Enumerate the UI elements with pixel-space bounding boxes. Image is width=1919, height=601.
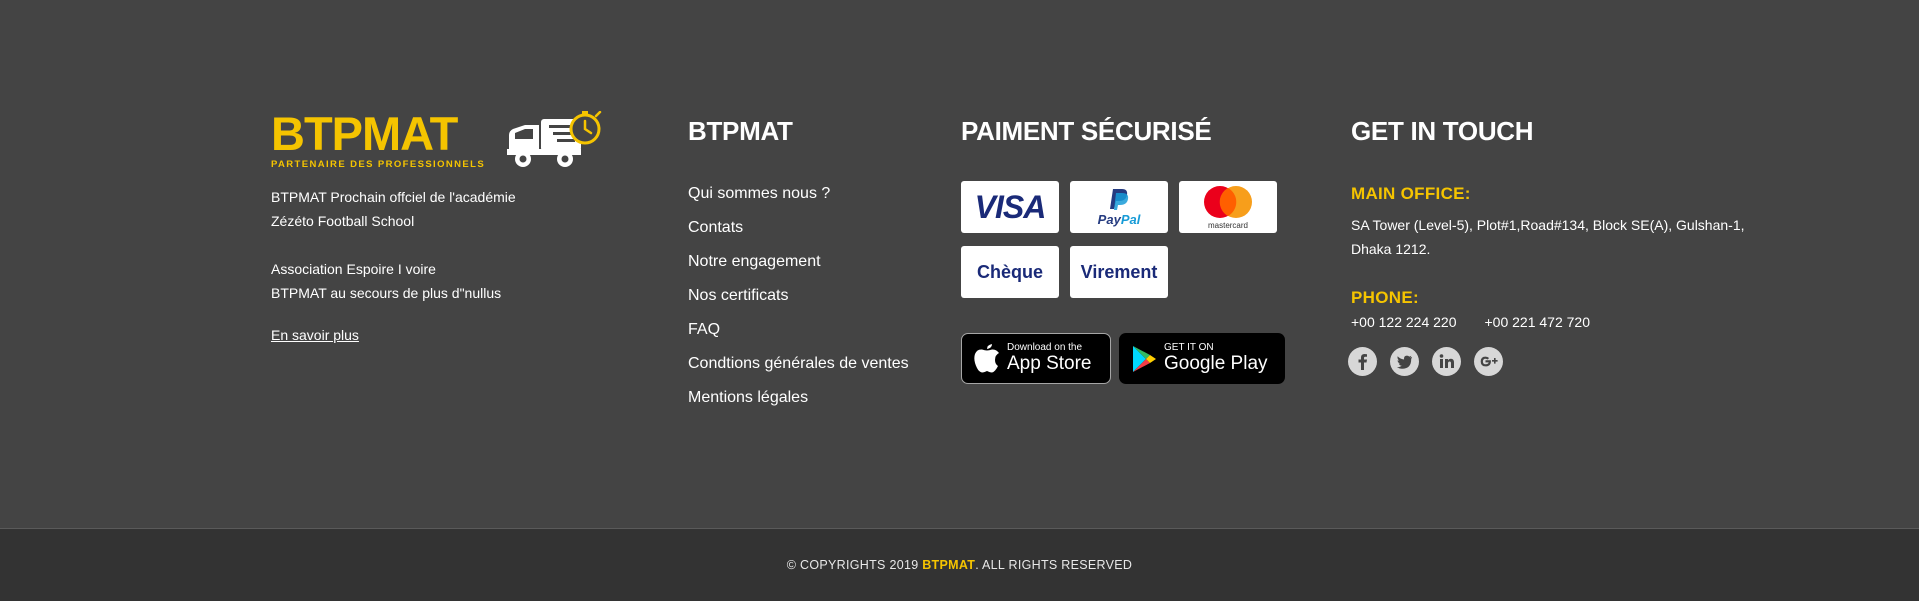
footer-link-legal[interactable]: Mentions légales	[688, 388, 909, 408]
cheque-label: Chèque	[976, 261, 1043, 282]
virement-label: Virement	[1080, 261, 1158, 282]
footer-link-certificates[interactable]: Nos certificats	[688, 286, 909, 306]
contact-column: GET IN TOUCH MAIN OFFICE: SA Tower (Leve…	[1348, 116, 1791, 376]
footer-link-about[interactable]: Qui sommes nous ?	[688, 184, 909, 204]
virement-card: Virement	[1070, 246, 1168, 298]
apple-icon	[974, 343, 999, 372]
payment-column: PAIMENT SÉCURISÉ VISA PayPal mastercard …	[961, 116, 1301, 384]
visa-logo: VISA	[974, 188, 1047, 225]
paypal-pal: Pal	[1120, 212, 1141, 227]
logo-text: BTPMAT PARTENAIRE DES PROFESSIONNELS	[271, 107, 486, 170]
links-column: BTPMAT Qui sommes nous ? Contats Notre e…	[688, 116, 909, 422]
phone-label: PHONE:	[1351, 288, 1419, 307]
paypal-pay: Pay	[1097, 212, 1121, 227]
google-play-small: GET IT ON	[1164, 342, 1214, 353]
facebook-icon[interactable]	[1348, 347, 1377, 376]
google-play-button[interactable]: GET IT ON Google Play	[1119, 333, 1285, 384]
about-line: BTPMAT au secours de plus d"nullus	[271, 285, 502, 301]
mastercard-card: mastercard	[1179, 181, 1277, 233]
mastercard-icon	[1204, 185, 1252, 218]
footer-link-faq[interactable]: FAQ	[688, 320, 909, 340]
footer-bottom-bar: © COPYRIGHTS 2019 BTPMAT. ALL RIGHTS RES…	[0, 528, 1919, 601]
footer-link-engagement[interactable]: Notre engagement	[688, 252, 909, 272]
visa-card: VISA	[961, 181, 1059, 233]
truck-icon	[507, 111, 602, 167]
address-line: SA Tower (Level-5), Plot#1,Road#134, Blo…	[1351, 217, 1745, 233]
copyright-text: © COPYRIGHTS 2019 BTPMAT. ALL RIGHTS RES…	[787, 558, 1132, 572]
social-links	[1348, 347, 1791, 376]
paypal-logo: PayPal	[1098, 212, 1141, 227]
google-plus-icon[interactable]	[1474, 347, 1503, 376]
phone-numbers: +00 122 224 220 +00 221 472 720	[1351, 314, 1791, 330]
about-line: Zézéto Football School	[271, 213, 415, 229]
address-line: Dhaka 1212.	[1351, 241, 1431, 257]
brand-logo[interactable]: BTPMAT PARTENAIRE DES PROFESSIONNELS	[271, 107, 631, 171]
app-store-badges: Download on the App Store GET IT ON Goog…	[961, 333, 1301, 384]
twitter-icon[interactable]	[1390, 347, 1419, 376]
logo-tagline: PARTENAIRE DES PROFESSIONNELS	[271, 159, 486, 170]
payment-methods: VISA PayPal mastercard Chèque Virement	[961, 181, 1291, 311]
footer-links: Qui sommes nous ? Contats Notre engageme…	[688, 184, 909, 408]
footer-main: BTPMAT PARTENAIRE DES PROFESSIONNELS BTP…	[0, 0, 1919, 528]
about-line: BTPMAT Prochain offciel de l'académie	[271, 189, 516, 205]
app-store-small: Download on the	[1007, 342, 1083, 353]
office-address: SA Tower (Level-5), Plot#1,Road#134, Blo…	[1351, 213, 1791, 261]
google-play-icon	[1133, 345, 1156, 372]
logo-wordmark: BTPMAT	[271, 107, 458, 160]
paypal-card: PayPal	[1070, 181, 1168, 233]
footer-link-terms[interactable]: Condtions générales de ventes	[688, 354, 909, 374]
copyright-brand: BTPMAT	[922, 558, 976, 572]
payment-column-title: PAIMENT SÉCURISÉ	[961, 116, 1212, 146]
contact-column-title: GET IN TOUCH	[1351, 116, 1534, 146]
footer-link-contact[interactable]: Contats	[688, 218, 909, 238]
google-play-label: Google Play	[1164, 353, 1268, 374]
mastercard-label: mastercard	[1207, 220, 1248, 230]
phone-number[interactable]: +00 221 472 720	[1485, 314, 1591, 330]
learn-more-link[interactable]: En savoir plus	[271, 327, 359, 343]
paypal-icon	[1110, 189, 1129, 210]
links-column-title: BTPMAT	[688, 116, 793, 146]
phone-number[interactable]: +00 122 224 220	[1351, 314, 1457, 330]
office-label: MAIN OFFICE:	[1351, 184, 1471, 203]
linkedin-icon[interactable]	[1432, 347, 1461, 376]
about-text: BTPMAT Prochain offciel de l'académie Zé…	[271, 185, 631, 305]
copyright-prefix: © COPYRIGHTS 2019	[786, 558, 923, 572]
copyright-suffix: . ALL RIGHTS RESERVED	[975, 558, 1133, 572]
brand-column: BTPMAT PARTENAIRE DES PROFESSIONNELS BTP…	[271, 107, 631, 345]
about-line: Association Espoire I voire	[271, 261, 436, 277]
cheque-card: Chèque	[961, 246, 1059, 298]
app-store-label: App Store	[1007, 353, 1092, 374]
app-store-button[interactable]: Download on the App Store	[961, 333, 1111, 384]
